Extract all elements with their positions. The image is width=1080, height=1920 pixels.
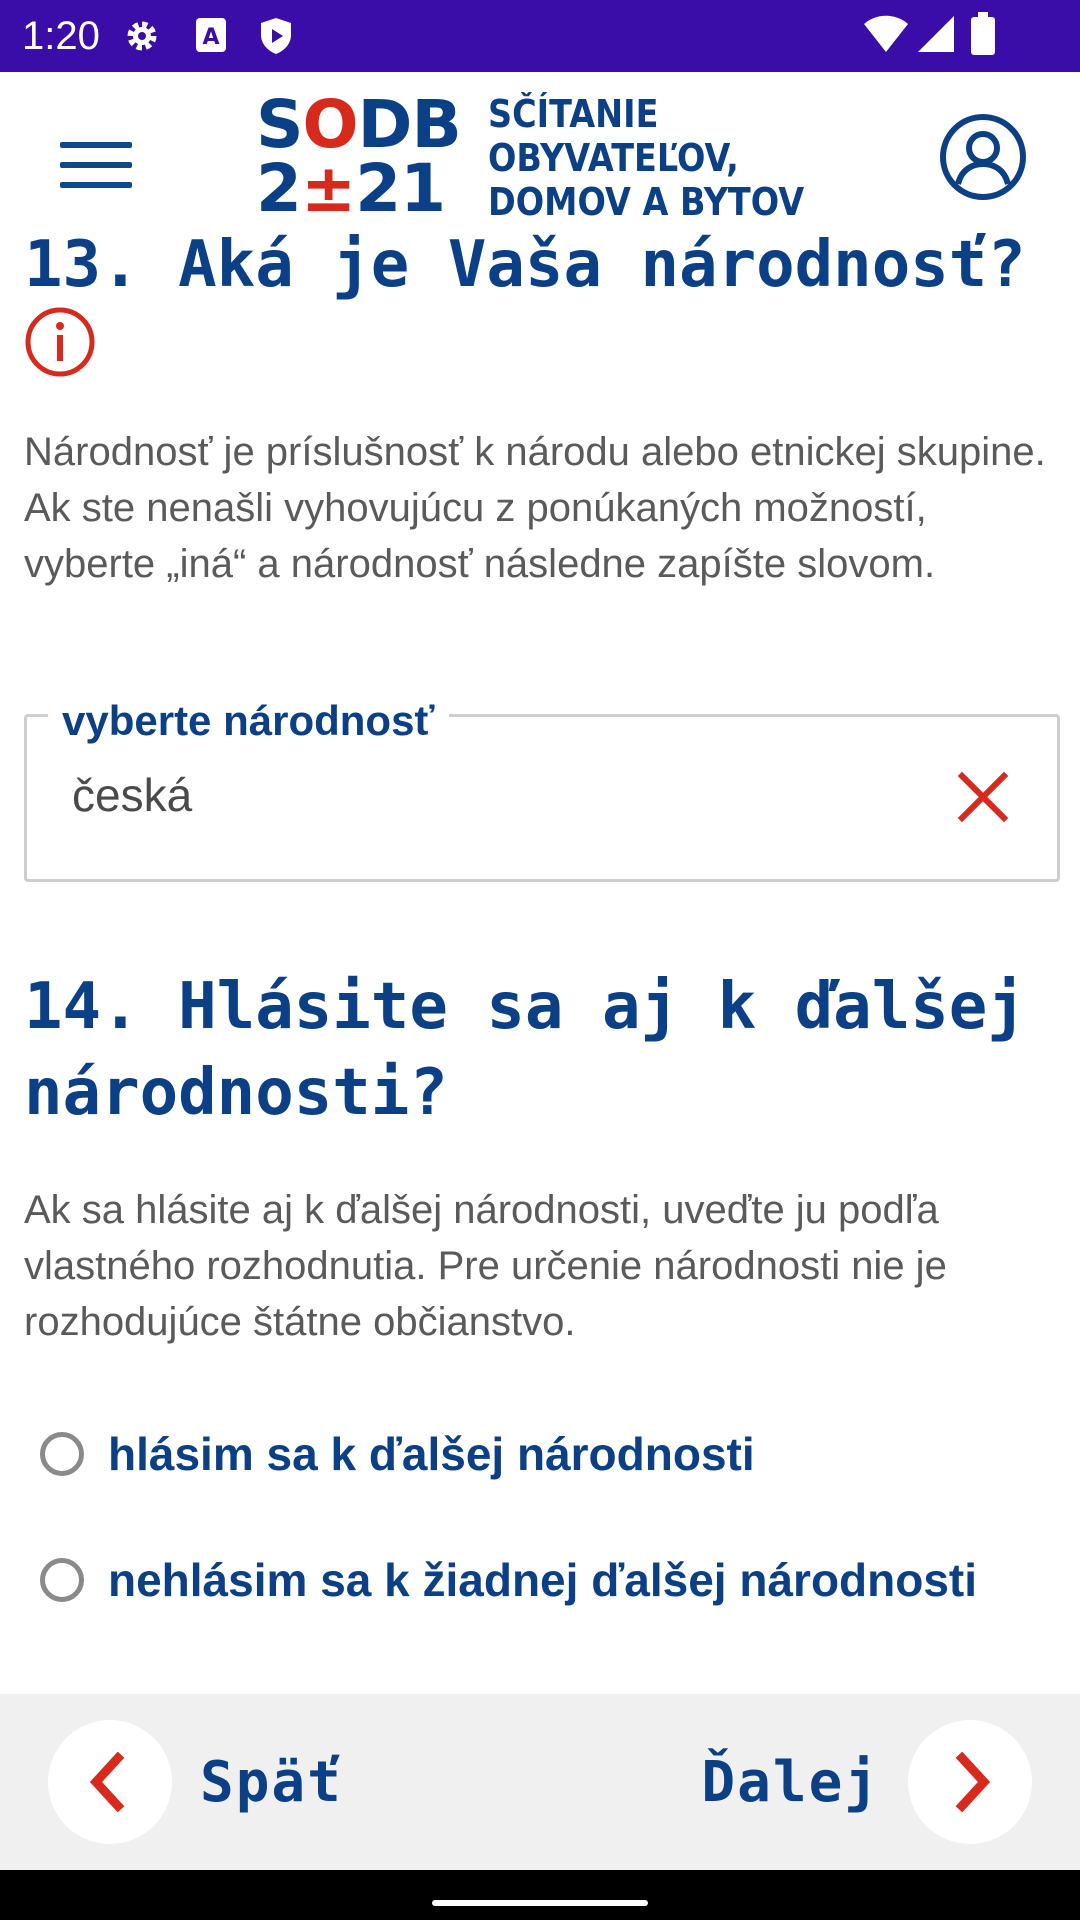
a-text-icon: A [194, 16, 230, 61]
logo-wordmark: SČÍTANIE OBYVATEĽOV, DOMOV A BYTOV [488, 92, 847, 224]
app-header: SODB 2±21 SČÍTANIE OBYVATEĽOV, DOMOV A B… [0, 72, 1080, 242]
nationality-field-label: vyberte národnosť [48, 690, 449, 752]
next-button-label[interactable]: Ďalej [701, 1748, 880, 1818]
question-13-description: Národnosť je príslušnosť k národu alebo … [24, 430, 1046, 586]
user-profile-icon[interactable] [938, 112, 1028, 202]
hamburger-menu-icon[interactable] [52, 132, 142, 198]
signal-icon [916, 14, 956, 59]
next-button[interactable]: Ďalej [612, 1720, 1032, 1844]
radio-option-other-nationality[interactable]: hlásim sa k ďalšej národnosti [38, 1418, 1058, 1498]
next-arrow-circle[interactable] [908, 1720, 1032, 1844]
question-14-description: Ak sa hlásite aj k ďalšej národnosti, uv… [24, 1188, 947, 1344]
shield-play-icon [258, 16, 294, 61]
back-button-label[interactable]: Späť [200, 1748, 343, 1818]
question-14-title: 14. Hlásite sa aj k ďalšej národnosti? [24, 970, 1026, 1130]
home-gesture-handle[interactable] [432, 1900, 648, 1906]
back-button[interactable]: Späť [48, 1720, 468, 1844]
info-icon[interactable] [24, 306, 96, 378]
gear-icon [122, 16, 162, 61]
radio-label[interactable]: nehlásim sa k žiadnej ďalšej národnosti [108, 1550, 977, 1610]
logo-text-line-2: OBYVATEĽOV, [488, 136, 739, 180]
chevron-right-icon [955, 1752, 991, 1812]
svg-text:A: A [202, 25, 219, 50]
logo-text-line-3: DOMOV A BYTOV [488, 180, 805, 224]
radio-button[interactable] [40, 1432, 84, 1476]
status-bar: 1:20 A [0, 0, 1080, 72]
logo-line-2: 2±21 [256, 150, 446, 227]
logo-text-line-1: SČÍTANIE [488, 92, 659, 136]
close-icon[interactable] [956, 770, 1010, 824]
status-time: 1:20 [22, 14, 100, 58]
chevron-left-icon [89, 1752, 125, 1812]
radio-button[interactable] [40, 1558, 84, 1602]
bottom-navigation: Späť Ďalej [0, 1694, 1080, 1870]
sodb-logo: SODB 2±21 [256, 92, 462, 232]
nationality-field-value[interactable]: česká [72, 766, 192, 824]
question-13-title: 13. Aká je Vaša národnosť? [24, 228, 1026, 302]
battery-icon [970, 12, 996, 61]
logo-line-1: SODB [256, 86, 462, 163]
back-arrow-circle[interactable] [48, 1720, 172, 1844]
wifi-icon [862, 14, 910, 59]
radio-option-no-other-nationality[interactable]: nehlásim sa k žiadnej ďalšej národnosti [38, 1544, 1058, 1624]
radio-label[interactable]: hlásim sa k ďalšej národnosti [108, 1424, 755, 1484]
system-gesture-bar [0, 1870, 1080, 1920]
